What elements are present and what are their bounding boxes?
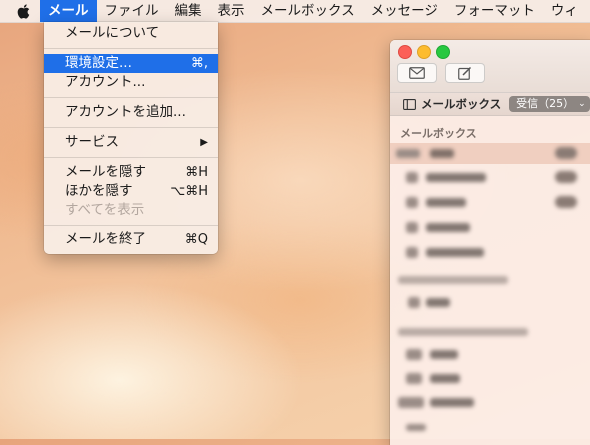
menu-separator bbox=[44, 225, 218, 226]
menu-item-shortcut: ⌘H bbox=[185, 165, 208, 180]
mailbox-row[interactable] bbox=[390, 217, 590, 238]
chevron-down-icon: ⌄ bbox=[578, 99, 586, 109]
compose-icon bbox=[458, 66, 472, 80]
mail-menu-dropdown: メールについて 環境設定... ⌘, アカウント... アカウントを追加... … bbox=[44, 22, 218, 254]
mailbox-row[interactable] bbox=[390, 292, 590, 313]
favorites-mailboxes-button[interactable]: メールボックス bbox=[421, 96, 501, 112]
menu-item-preferences[interactable]: 環境設定... ⌘, bbox=[44, 54, 218, 73]
menu-file[interactable]: ファイル bbox=[97, 0, 167, 22]
envelope-icon bbox=[409, 67, 425, 79]
close-window-button[interactable] bbox=[398, 45, 412, 59]
mail-window: メールボックス 受信（25） ⌄ メールボックス bbox=[390, 40, 590, 445]
menu-item-shortcut: ⌘, bbox=[190, 56, 208, 71]
mailbox-row[interactable] bbox=[390, 368, 590, 389]
menu-mailbox[interactable]: メールボックス bbox=[253, 0, 363, 22]
apple-menu-icon[interactable] bbox=[14, 3, 32, 19]
sidebar-toggle-icon[interactable] bbox=[403, 98, 416, 110]
menu-item-label: アカウント... bbox=[65, 74, 146, 90]
mailbox-row[interactable] bbox=[390, 192, 590, 213]
inbox-favorite-button[interactable]: 受信（25） ⌄ bbox=[509, 96, 590, 112]
window-toolbar bbox=[390, 40, 590, 93]
menu-separator bbox=[44, 127, 218, 128]
menu-item-show-all: すべてを表示 bbox=[44, 201, 218, 220]
mailbox-row[interactable] bbox=[390, 242, 590, 263]
zoom-window-button[interactable] bbox=[436, 45, 450, 59]
menu-view[interactable]: 表示 bbox=[210, 0, 253, 22]
menu-edit[interactable]: 編集 bbox=[167, 0, 210, 22]
menu-separator bbox=[44, 97, 218, 98]
mailbox-row[interactable] bbox=[390, 416, 590, 437]
menu-item-accounts[interactable]: アカウント... bbox=[44, 73, 218, 92]
menu-item-label: サービス bbox=[65, 134, 119, 150]
mailbox-row[interactable] bbox=[390, 143, 590, 164]
section-header bbox=[398, 276, 508, 284]
menu-item-label: 環境設定... bbox=[65, 55, 132, 71]
mailbox-row[interactable] bbox=[390, 392, 590, 413]
menu-item-label: メールを終了 bbox=[65, 231, 146, 247]
inbox-favorite-label: 受信（25） bbox=[516, 97, 575, 110]
submenu-arrow-icon: ▶ bbox=[200, 137, 208, 148]
menu-format[interactable]: フォーマット bbox=[446, 0, 543, 22]
menu-message[interactable]: メッセージ bbox=[363, 0, 446, 22]
menu-mail[interactable]: メール bbox=[40, 0, 97, 22]
menu-window[interactable]: ウィ bbox=[543, 0, 586, 22]
menu-item-label: メールを隠す bbox=[65, 164, 146, 180]
section-header bbox=[398, 328, 528, 336]
menu-separator bbox=[44, 157, 218, 158]
menu-item-shortcut: ⌘Q bbox=[184, 232, 208, 247]
compose-button[interactable] bbox=[445, 63, 485, 83]
mailboxes-section-header: メールボックス bbox=[400, 127, 477, 140]
mailbox-sidebar: メールボックス bbox=[390, 116, 590, 445]
menu-item-label: メールについて bbox=[65, 25, 160, 41]
menu-item-hide-others[interactable]: ほかを隠す ⌥⌘H bbox=[44, 182, 218, 201]
menu-item-label: アカウントを追加... bbox=[65, 104, 186, 120]
mailbox-row[interactable] bbox=[390, 344, 590, 365]
menu-item-add-account[interactable]: アカウントを追加... bbox=[44, 103, 218, 122]
menu-item-shortcut: ⌥⌘H bbox=[170, 184, 208, 199]
menu-bar: メール ファイル 編集 表示 メールボックス メッセージ フォーマット ウィ bbox=[0, 0, 590, 23]
menu-item-services[interactable]: サービス ▶ bbox=[44, 133, 218, 152]
menu-item-about-mail[interactable]: メールについて bbox=[44, 24, 218, 43]
menu-item-hide-mail[interactable]: メールを隠す ⌘H bbox=[44, 163, 218, 182]
favorites-bar: メールボックス 受信（25） ⌄ bbox=[390, 93, 590, 116]
minimize-window-button[interactable] bbox=[417, 45, 431, 59]
menu-item-quit-mail[interactable]: メールを終了 ⌘Q bbox=[44, 230, 218, 249]
menu-item-label: すべてを表示 bbox=[65, 202, 145, 218]
get-mail-button[interactable] bbox=[397, 63, 437, 83]
mailbox-row[interactable] bbox=[390, 167, 590, 188]
menu-separator bbox=[44, 48, 218, 49]
menu-item-label: ほかを隠す bbox=[65, 183, 133, 199]
